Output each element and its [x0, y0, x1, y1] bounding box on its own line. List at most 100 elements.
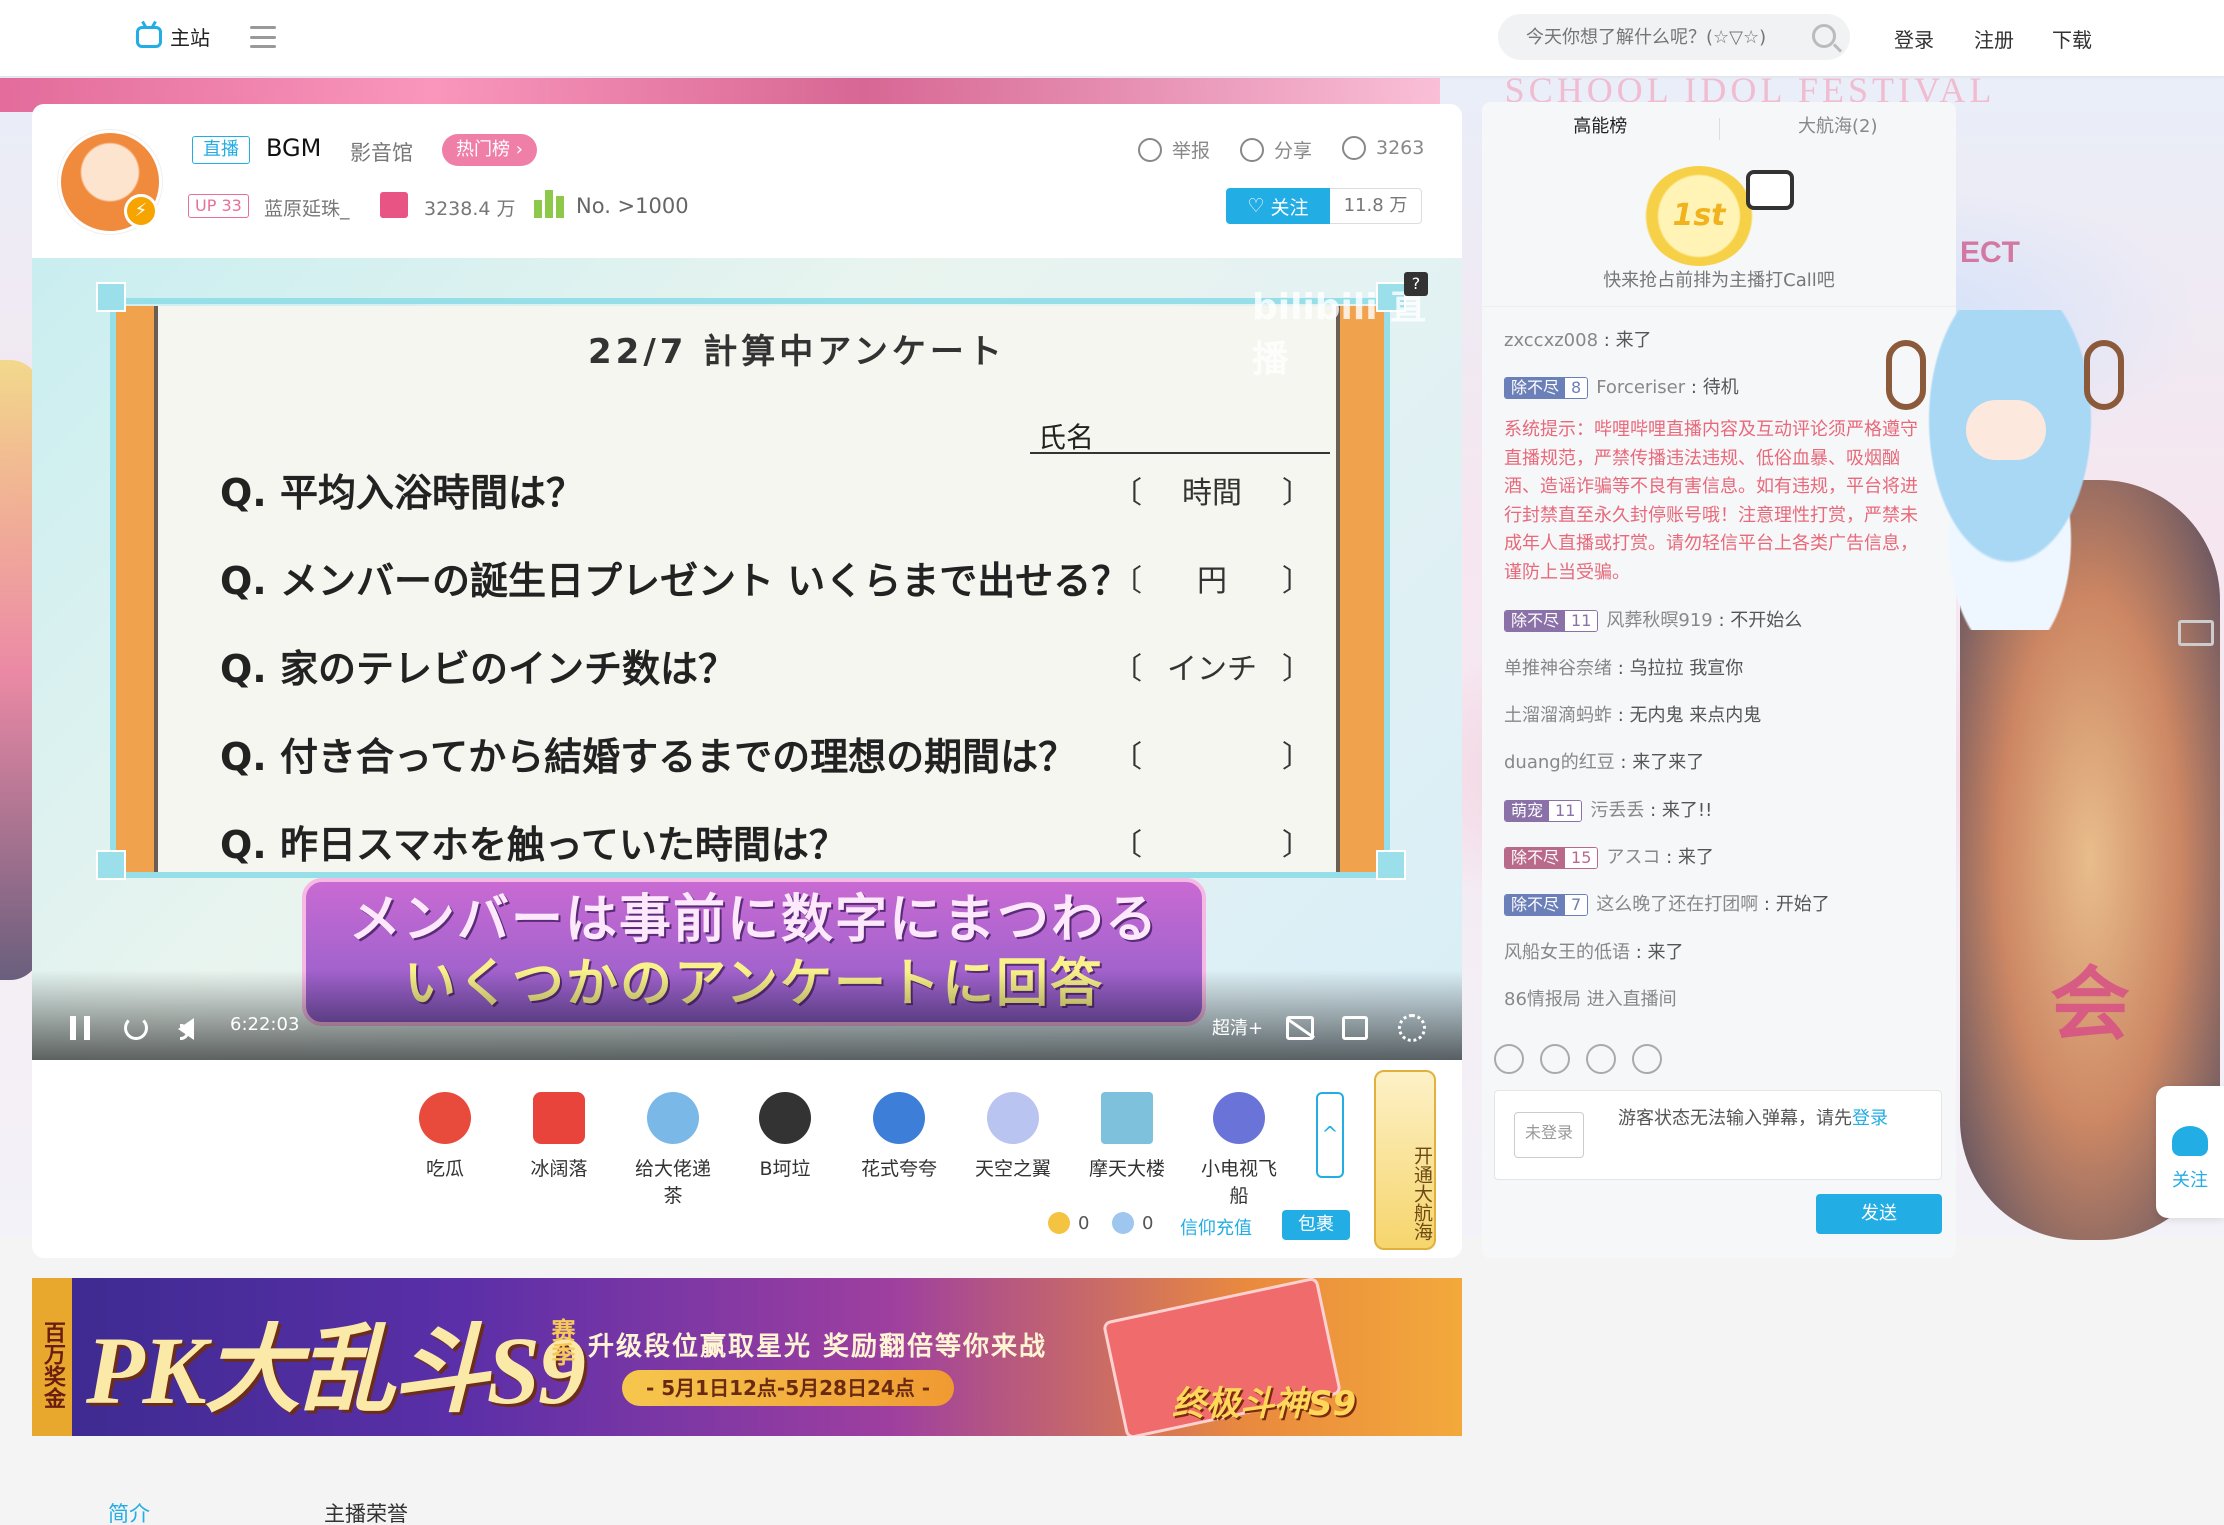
- pack-button[interactable]: 包裹: [1282, 1210, 1350, 1240]
- streamer-name[interactable]: 蓝原延珠_: [264, 194, 350, 221]
- side-follow-label: 关注: [2172, 1170, 2208, 1191]
- spaceship-icon: [1213, 1092, 1265, 1144]
- wings-icon: [987, 1092, 1039, 1144]
- heart-icon: [2172, 1126, 2208, 1156]
- report-label: 举报: [1172, 140, 1211, 162]
- ad-date: - 5月1日12点-5月28日24点 -: [622, 1370, 955, 1406]
- chat-user[interactable]: 风葬秋暝919: [1606, 610, 1712, 631]
- chat-message: 除不尽 11 风葬秋暝919 : 不开始么: [1504, 606, 1802, 632]
- caption-line-1: メンバーは事前に数字にまつわる: [348, 890, 1159, 950]
- refresh-icon[interactable]: [124, 1016, 148, 1040]
- tab-honor[interactable]: 主播荣誉: [324, 1498, 408, 1525]
- survey-question: Q. メンバーの誕生日プレゼント いくらまで出せる？: [220, 559, 1130, 603]
- chat-user[interactable]: 土溜溜滴蚂蚱: [1504, 705, 1612, 726]
- fan-medal[interactable]: 除不尽 11: [1504, 610, 1599, 632]
- survey-answer: 〔〕: [1112, 828, 1312, 863]
- fullscreen-icon[interactable]: [1342, 1016, 1368, 1040]
- tea-icon: [647, 1092, 699, 1144]
- chat-text: 待机: [1702, 377, 1739, 398]
- sticker-icon[interactable]: [1586, 1044, 1616, 1074]
- survey-question: Q. 昨日スマホを触っていた時間は？: [220, 823, 847, 867]
- rank-value[interactable]: No. >1000: [576, 194, 689, 218]
- chat-user[interactable]: 风船女王的低语: [1504, 942, 1630, 963]
- share-icon: [1240, 137, 1264, 162]
- chat-user[interactable]: 这么晚了还在打团啊: [1596, 894, 1758, 915]
- chat-user[interactable]: Forceriser: [1596, 377, 1685, 398]
- guard-open-banner[interactable]: 开通大航海: [1374, 1070, 1436, 1250]
- login-link[interactable]: 登录: [1894, 24, 1934, 53]
- home-link[interactable]: 主站: [136, 22, 210, 51]
- expand-icon[interactable]: [2178, 620, 2214, 646]
- chat-text: 开始了: [1775, 894, 1830, 915]
- heart-icon: ♡: [1247, 195, 1265, 217]
- ad-subtitle: 升级段位赢取星光 奖励翻倍等你来战: [588, 1332, 1048, 1362]
- danmaku-off-icon[interactable]: [1286, 1016, 1314, 1040]
- ad-headline: PK大乱斗S9: [86, 1317, 586, 1424]
- event-banner[interactable]: 百万奖金 PK大乱斗S9 赛季 升级段位赢取星光 奖励翻倍等你来战 - 5月1日…: [32, 1278, 1462, 1436]
- chat-toolbar: [1494, 1044, 1662, 1074]
- chat-text: 不开始么: [1730, 610, 1803, 631]
- ad-side-label: 百万奖金: [32, 1278, 72, 1436]
- room-category[interactable]: 影音馆: [350, 137, 413, 167]
- search-input[interactable]: [1526, 26, 1816, 48]
- follower-count: 11.8 万: [1330, 188, 1422, 224]
- survey-question: Q. 家のテレビのインチ数は？: [220, 647, 736, 691]
- gift-item[interactable]: B坷垃: [740, 1092, 830, 1181]
- emoji-icon[interactable]: [1494, 1044, 1524, 1074]
- chat-user[interactable]: 污丢丢: [1590, 800, 1644, 821]
- hot-rank-tag[interactable]: 热门榜 ›: [442, 134, 537, 166]
- gift-item[interactable]: 给大佬递茶: [628, 1092, 718, 1208]
- viewer-count: 3263: [1342, 136, 1424, 160]
- quality-selector[interactable]: 超清+: [1212, 1014, 1263, 1040]
- gift-item[interactable]: 花式夸夸: [854, 1092, 944, 1181]
- tab-intro[interactable]: 简介: [108, 1498, 150, 1525]
- radio-icon[interactable]: [1398, 1014, 1426, 1042]
- survey-question: Q. 平均入浴時間は？: [220, 471, 584, 515]
- fan-medal[interactable]: 除不尽 7: [1504, 894, 1589, 916]
- gift-more-button[interactable]: ^: [1316, 1092, 1344, 1178]
- survey-answer: 〔時間〕: [1112, 468, 1312, 512]
- live-tag: 直播: [192, 136, 250, 164]
- video-player[interactable]: 22/7 計算中アンケート 氏名 Q. 平均入浴時間は？ 〔時間〕 Q. メンバ…: [32, 258, 1462, 1060]
- danmaku-settings-icon[interactable]: [1632, 1044, 1662, 1074]
- follow-button[interactable]: ♡ 关注: [1226, 188, 1330, 224]
- search-icon[interactable]: [1812, 24, 1836, 48]
- tab-rank[interactable]: 高能榜: [1482, 104, 1719, 144]
- chat-user[interactable]: zxccxz008: [1504, 330, 1598, 351]
- gift-item[interactable]: 小电视飞船: [1194, 1092, 1284, 1208]
- volume-icon[interactable]: [178, 1018, 194, 1040]
- menu-icon[interactable]: [250, 26, 276, 48]
- register-link[interactable]: 注册: [1974, 24, 2014, 53]
- search-box: [1498, 14, 1850, 60]
- gift-item[interactable]: 吃瓜: [400, 1092, 490, 1181]
- gift-label: 摩天大楼: [1088, 1158, 1165, 1180]
- fan-medal[interactable]: 萌宠 11: [1504, 800, 1583, 822]
- send-button[interactable]: 发送: [1816, 1194, 1942, 1234]
- help-icon[interactable]: ?: [1404, 272, 1428, 296]
- background-decor-text: 会: [2050, 958, 2130, 1051]
- gift-item[interactable]: 冰阔落: [514, 1092, 604, 1181]
- share-button[interactable]: 分享: [1240, 136, 1312, 163]
- gift-item[interactable]: 摩天大楼: [1082, 1092, 1172, 1181]
- tab-guard[interactable]: 大航海(2): [1720, 104, 1957, 144]
- player-controls: 6:22:03 超清+: [32, 970, 1462, 1060]
- gift-item[interactable]: 天空之翼: [968, 1092, 1058, 1181]
- chat-user[interactable]: duang的红豆: [1504, 752, 1615, 773]
- lightning-icon: ⚡: [124, 194, 158, 228]
- side-follow-button[interactable]: 关注: [2156, 1086, 2224, 1218]
- pause-icon[interactable]: [70, 1016, 90, 1040]
- report-button[interactable]: 举报: [1138, 136, 1210, 163]
- gold-balance: 0: [1048, 1212, 1089, 1234]
- guest-login-link[interactable]: 登录: [1852, 1108, 1888, 1129]
- download-link[interactable]: 下载: [2052, 24, 2092, 53]
- gift-value: 3238.4 万: [424, 198, 516, 220]
- fan-medal[interactable]: 除不尽 15: [1504, 847, 1599, 869]
- chat-user[interactable]: アスコ: [1606, 847, 1660, 868]
- charge-link[interactable]: 信仰充值: [1180, 1214, 1252, 1240]
- chat-text: 来了!!: [1661, 800, 1713, 821]
- answer-unit: 時間: [1182, 476, 1242, 511]
- fan-medal[interactable]: 除不尽 8: [1504, 377, 1589, 399]
- palette-icon[interactable]: [1540, 1044, 1570, 1074]
- warning-icon: [1138, 137, 1162, 162]
- chat-user[interactable]: 单推神谷奈绪: [1504, 658, 1612, 679]
